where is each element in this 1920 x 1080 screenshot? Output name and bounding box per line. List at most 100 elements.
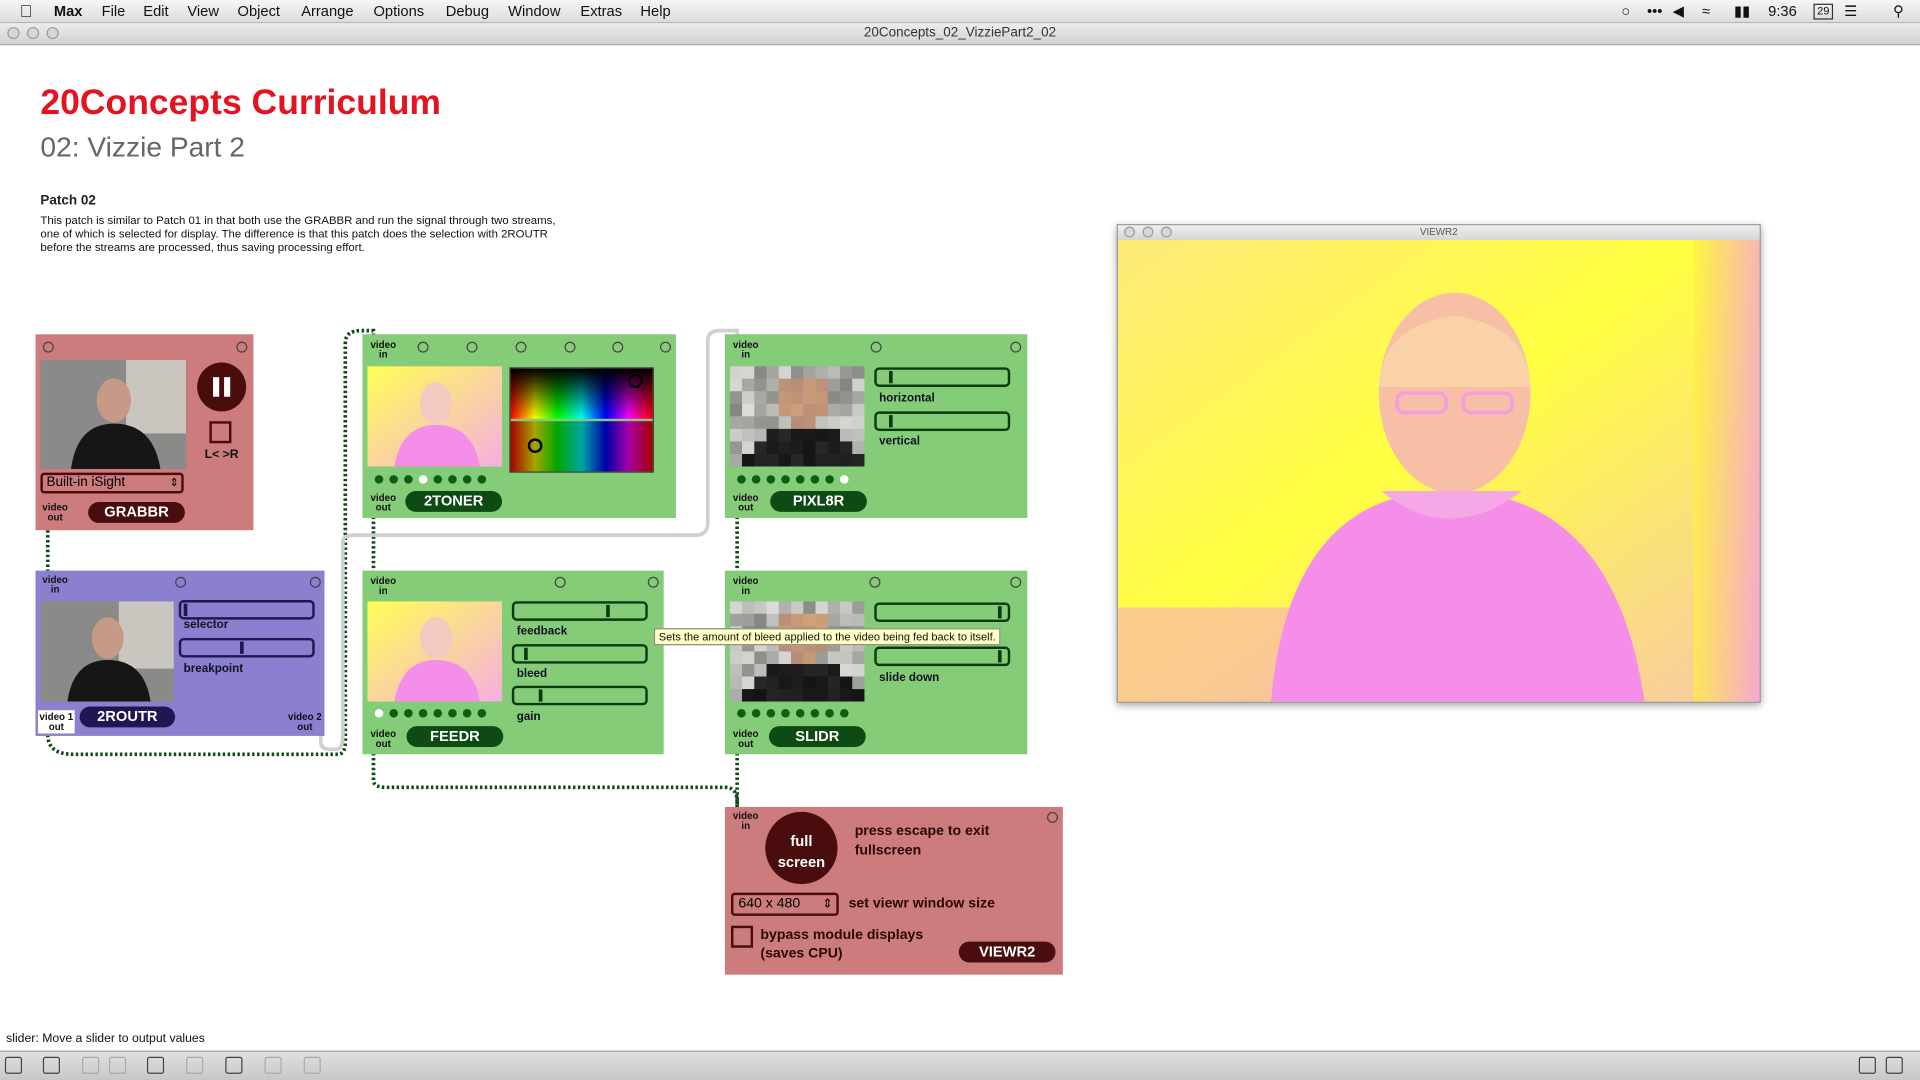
slider-knob[interactable] [183,603,188,616]
preset-dot[interactable] [418,708,428,718]
slide-up-slider[interactable] [874,602,1011,623]
pixl8r-module[interactable]: video in horizontal vertical video out P… [724,334,1028,518]
inlet-port[interactable] [42,341,54,353]
slider-knob[interactable] [888,371,893,384]
slider-knob[interactable] [997,650,1002,663]
pixl8r-title[interactable]: PIXL8R [770,491,867,512]
gain-slider[interactable] [511,685,648,706]
viewr2-title[interactable]: VIEWR2 [958,941,1056,963]
close-icon[interactable] [108,1056,127,1074]
preset-dot[interactable] [433,475,443,484]
inlet-port[interactable] [660,341,672,353]
toner-title[interactable]: 2TONER [405,491,503,512]
preset-dot[interactable] [462,708,472,718]
feedr-title[interactable]: FEEDR [406,726,504,747]
routr-module[interactable]: video in selector breakpoint video 1 out… [35,570,325,736]
info-icon[interactable] [186,1056,204,1074]
window-size-menu[interactable]: 640 x 480 ⇕ [731,892,839,916]
pause-button[interactable] [197,362,247,412]
vertical-slider[interactable] [874,411,1011,432]
inlet-port[interactable] [175,576,187,588]
preset-dot[interactable] [477,475,487,484]
preset-dot[interactable] [825,475,834,484]
selector-slider[interactable] [178,600,315,620]
lock-icon[interactable] [4,1056,23,1074]
inlet-port[interactable] [236,341,248,353]
grabbr-module[interactable]: L< >R Built-in iSight ⇕ video out GRABBR [35,334,254,531]
preset-dot[interactable] [766,708,776,718]
grabbr-title[interactable]: GRABBR [88,502,185,523]
bypass-checkbox[interactable] [731,925,754,948]
grid-icon[interactable] [264,1056,282,1074]
slider-knob[interactable] [524,647,528,661]
slider-knob[interactable] [538,689,543,702]
sidebar-right-icon[interactable] [1885,1056,1903,1074]
device-menu[interactable]: Built-in iSight ⇕ [40,472,184,494]
toner-module[interactable]: video in video out 2TONER [362,334,676,518]
inlet-port[interactable] [515,341,527,353]
bleed-slider[interactable] [511,644,648,664]
preset-dot[interactable] [737,708,746,718]
lr-toggle[interactable] [209,421,232,444]
inlet-port[interactable] [1010,576,1022,588]
viewr2-module[interactable]: video in full screen press escape to exi… [724,806,1063,975]
preset-dot[interactable] [448,475,457,484]
fullscreen-button[interactable]: full screen [765,811,838,885]
slidr-module[interactable]: video in slide down video out SLIDR [724,570,1028,755]
inspector-icon[interactable] [225,1056,243,1074]
preset-dot[interactable] [795,708,805,718]
preset-dot[interactable] [374,475,384,484]
preset-dot[interactable] [840,475,849,484]
new-object-icon[interactable] [42,1056,61,1074]
routr-title[interactable]: 2ROUTR [79,706,176,728]
presentation-icon[interactable] [146,1056,165,1074]
preset-dot[interactable] [810,708,820,718]
preset-dot[interactable] [825,708,834,718]
preset-dot[interactable] [781,475,790,484]
inlet-port[interactable] [554,576,566,588]
sidebar-left-icon[interactable] [1858,1056,1876,1074]
preset-dot[interactable] [751,475,761,484]
inlet-port[interactable] [417,341,429,353]
preset-dot[interactable] [766,475,776,484]
preset-dot[interactable] [448,708,457,718]
inlet-port[interactable] [647,576,659,588]
preset-dot[interactable] [810,475,820,484]
link-icon[interactable] [82,1056,100,1074]
preset-dot[interactable] [462,475,472,484]
slider-knob[interactable] [997,606,1002,619]
viewer-window[interactable]: VIEWR2 [1116,224,1761,703]
inlet-port[interactable] [1046,811,1058,823]
horizontal-slider[interactable] [874,367,1011,387]
preset-dot[interactable] [477,708,487,718]
feedback-slider[interactable] [511,601,648,621]
snap-icon[interactable] [303,1056,321,1074]
slide-down-slider[interactable] [874,646,1011,667]
preset-dot[interactable] [404,708,413,718]
slider-knob[interactable] [888,415,893,428]
slider-knob[interactable] [606,604,610,618]
inlet-port[interactable] [612,341,624,353]
inlet-port[interactable] [870,341,882,353]
preset-dot[interactable] [737,475,746,484]
inlet-port[interactable] [869,576,881,588]
color-picker-pair[interactable] [509,367,654,473]
slidr-title[interactable]: SLIDR [768,726,866,747]
inlet-port[interactable] [466,341,478,353]
preset-dot[interactable] [781,708,790,718]
preset-dot[interactable] [389,475,398,484]
preset-dot[interactable] [374,708,384,718]
preset-dot[interactable] [840,708,849,718]
preset-dot[interactable] [751,708,761,718]
preset-dot[interactable] [433,708,443,718]
inlet-port[interactable] [309,576,321,588]
inlet-port[interactable] [1010,341,1022,353]
inlet-port[interactable] [564,341,576,353]
preset-dot[interactable] [418,475,428,484]
feedr-module[interactable]: video in feedback bleed gain video out F… [362,570,664,755]
breakpoint-slider[interactable] [178,637,315,658]
preset-dot[interactable] [795,475,805,484]
preset-dot[interactable] [404,475,413,484]
preset-dot[interactable] [389,708,398,718]
slider-knob[interactable] [240,641,244,654]
